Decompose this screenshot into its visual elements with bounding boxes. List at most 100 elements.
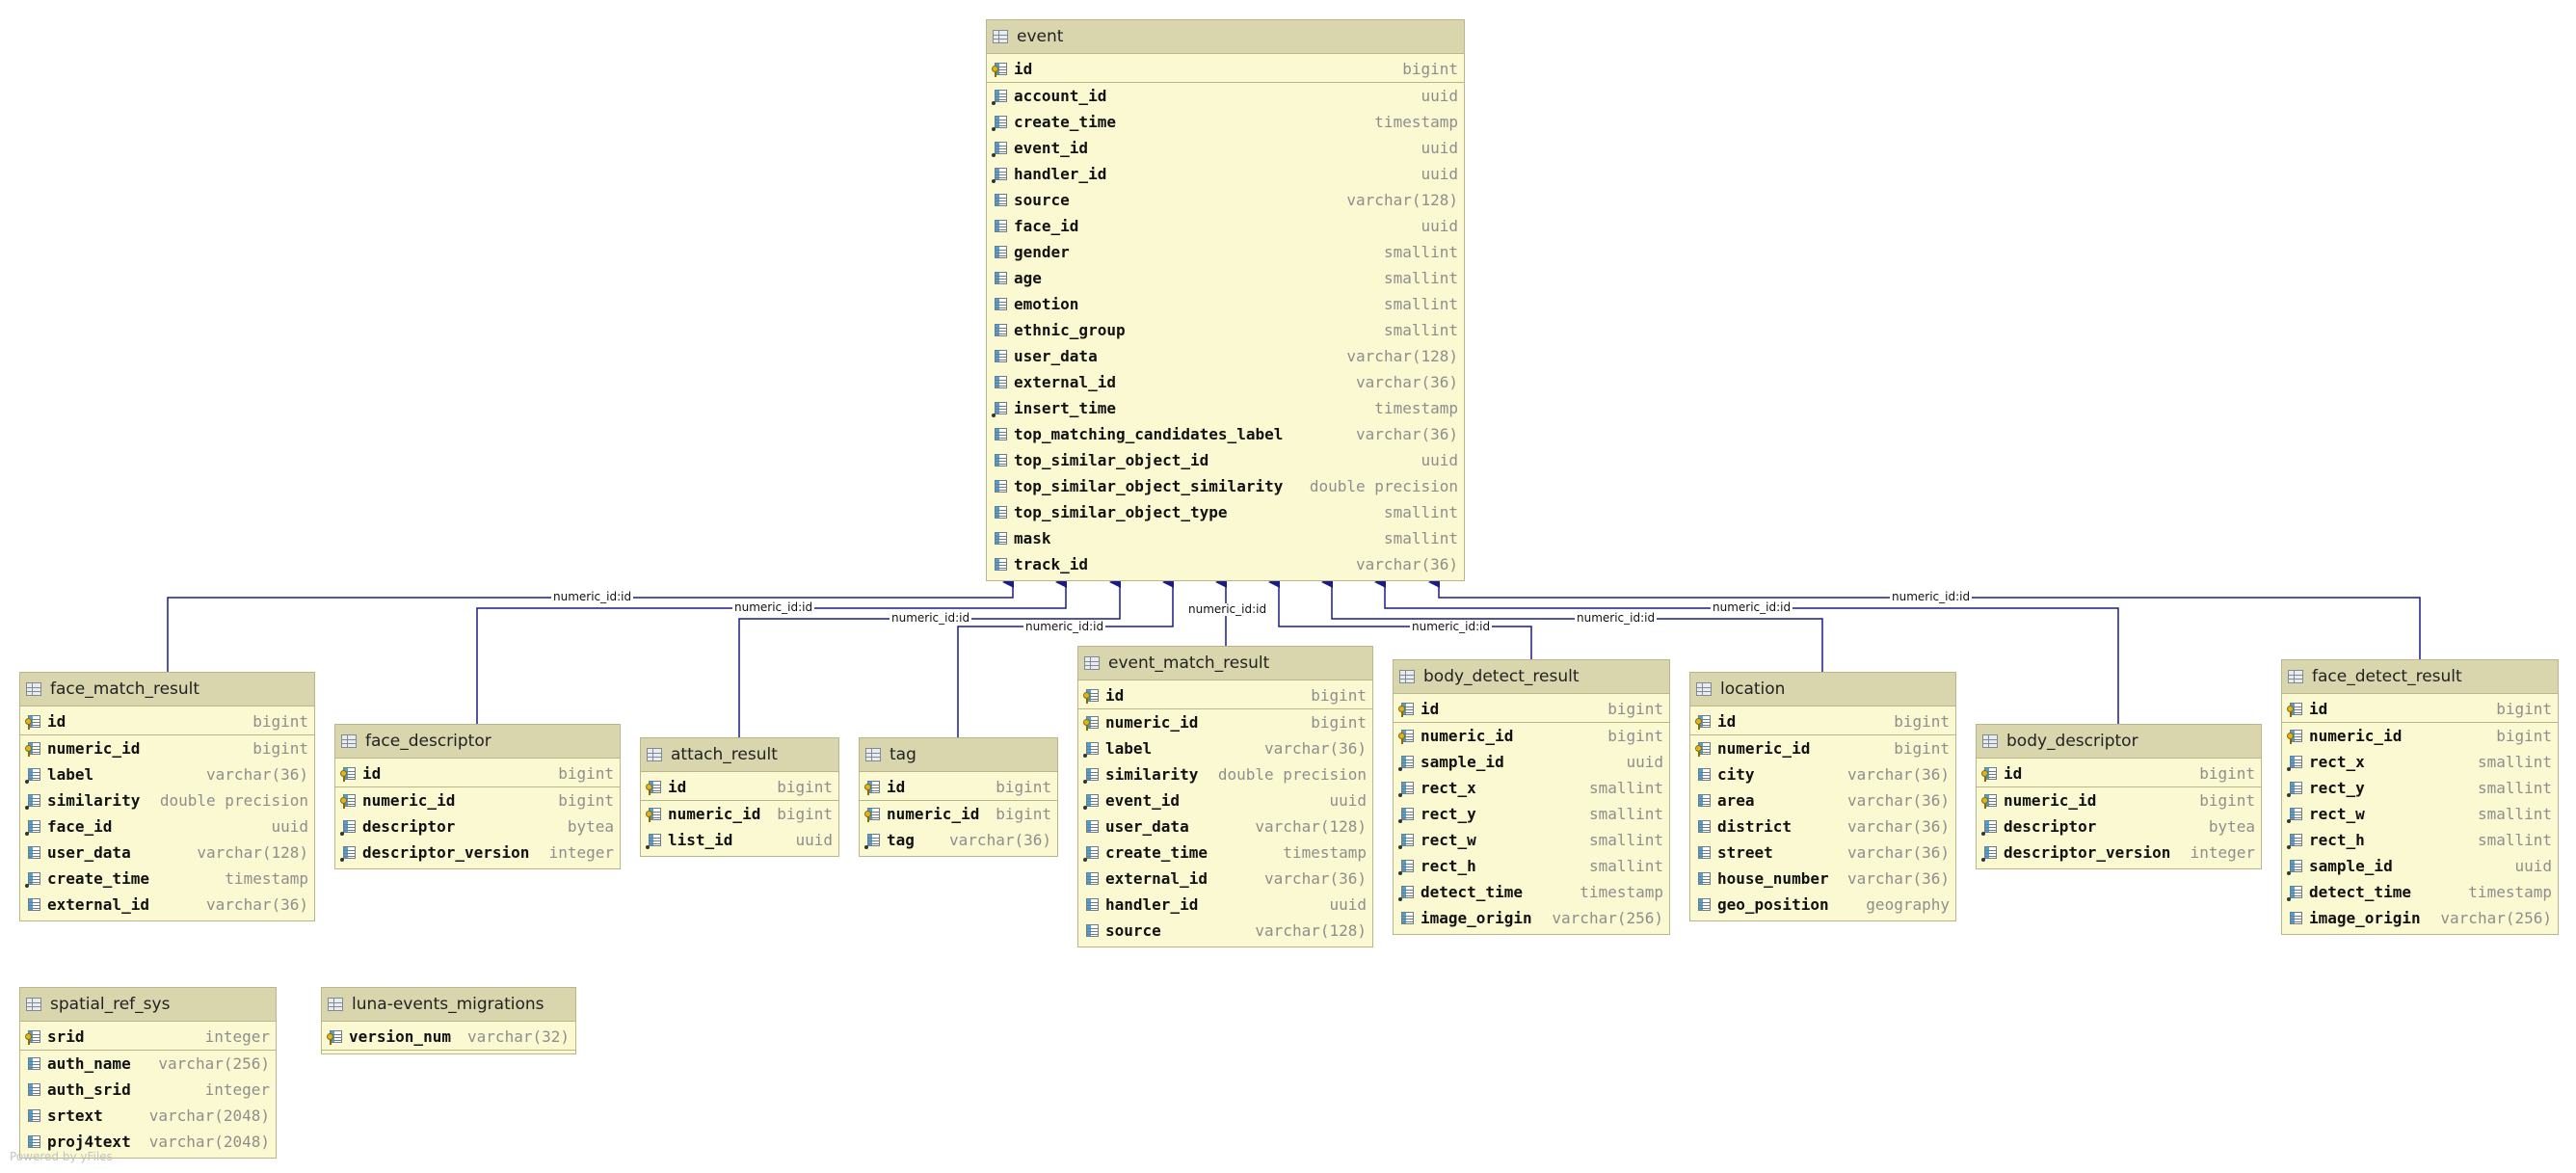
column-row[interactable]: label varchar(36) [1078, 735, 1372, 761]
table-spatial-ref-sys[interactable]: spatial_ref_sys srid integer auth_name varch… [19, 987, 277, 1159]
column-row[interactable]: top_similar_object_similarity double prec… [987, 473, 1464, 499]
column-row[interactable]: rect_y smallint [1394, 801, 1669, 827]
table-face-match-result[interactable]: face_match_result id bigint numeric_id bigin… [19, 672, 315, 921]
table-event-match-result[interactable]: event_match_result id bigint numeric_id bigi… [1077, 646, 1373, 947]
column-row[interactable]: event_id uuid [1078, 787, 1372, 813]
column-row[interactable]: handler_id uuid [1078, 892, 1372, 918]
column-row[interactable]: list_id uuid [641, 827, 838, 853]
column-row[interactable]: id bigint [641, 774, 838, 801]
table-header[interactable]: face_detect_result [2282, 660, 2558, 694]
column-row[interactable]: image_origin varchar(256) [1394, 905, 1669, 931]
table-luna-events-migrations[interactable]: luna-events_migrations version_num varchar… [321, 987, 576, 1054]
column-row[interactable]: external_id varchar(36) [1078, 866, 1372, 892]
column-row[interactable]: descriptor bytea [335, 813, 620, 840]
column-row[interactable]: external_id varchar(36) [987, 369, 1464, 395]
column-row[interactable]: geo_position geography [1690, 892, 1955, 918]
column-row[interactable]: emotion smallint [987, 291, 1464, 317]
column-row[interactable]: auth_name varchar(256) [20, 1051, 276, 1077]
column-row[interactable]: top_similar_object_id uuid [987, 447, 1464, 473]
column-row[interactable]: id bigint [1690, 708, 1955, 735]
column-row[interactable]: event_id uuid [987, 135, 1464, 161]
column-row[interactable]: create_time timestamp [20, 866, 314, 892]
column-row[interactable]: id bigint [1078, 682, 1372, 709]
column-row[interactable]: numeric_id bigint [1977, 787, 2261, 813]
column-row[interactable]: id bigint [335, 760, 620, 787]
column-row[interactable]: descriptor bytea [1977, 813, 2261, 840]
column-row[interactable]: rect_w smallint [1394, 827, 1669, 853]
column-row[interactable]: account_id uuid [987, 83, 1464, 109]
column-row[interactable]: sample_id uuid [2282, 853, 2558, 879]
column-row[interactable]: handler_id uuid [987, 161, 1464, 187]
column-row[interactable]: similarity double precision [1078, 761, 1372, 787]
column-row[interactable]: srtext varchar(2048) [20, 1103, 276, 1129]
column-row[interactable]: rect_y smallint [2282, 775, 2558, 801]
column-row[interactable]: user_data varchar(128) [987, 343, 1464, 369]
table-face-descriptor[interactable]: face_descriptor id bigint numeric_id bigint d… [334, 724, 621, 869]
column-row[interactable]: id bigint [20, 708, 314, 735]
column-row[interactable]: numeric_id bigint [641, 801, 838, 827]
column-row[interactable]: city varchar(36) [1690, 761, 1955, 787]
column-row[interactable]: numeric_id bigint [20, 735, 314, 761]
column-row[interactable]: top_similar_object_type smallint [987, 499, 1464, 525]
table-face-detect-result[interactable]: face_detect_result id bigint numeric_id bigi… [2281, 659, 2559, 935]
column-row[interactable]: rect_x smallint [1394, 775, 1669, 801]
column-row[interactable]: face_id uuid [20, 813, 314, 840]
table-header[interactable]: body_detect_result [1394, 660, 1669, 694]
column-row[interactable]: source varchar(128) [1078, 918, 1372, 944]
table-header[interactable]: event_match_result [1078, 647, 1372, 680]
table-header[interactable]: spatial_ref_sys [20, 988, 276, 1022]
table-header[interactable]: face_match_result [20, 673, 314, 706]
column-row[interactable]: source varchar(128) [987, 187, 1464, 213]
column-row[interactable]: numeric_id bigint [1078, 709, 1372, 735]
column-row[interactable]: rect_h smallint [2282, 827, 2558, 853]
column-row[interactable]: detect_time timestamp [1394, 879, 1669, 905]
column-row[interactable]: user_data varchar(128) [20, 840, 314, 866]
column-row[interactable]: gender smallint [987, 239, 1464, 265]
column-row[interactable]: ethnic_group smallint [987, 317, 1464, 343]
column-row[interactable]: numeric_id bigint [1690, 735, 1955, 761]
column-row[interactable]: numeric_id bigint [2282, 723, 2558, 749]
column-row[interactable]: rect_x smallint [2282, 749, 2558, 775]
column-row[interactable]: id bigint [987, 56, 1464, 83]
table-attach-result[interactable]: attach_result id bigint numeric_id bigint lis… [640, 737, 839, 857]
table-header[interactable]: body_descriptor [1977, 725, 2261, 759]
table-body-descriptor[interactable]: body_descriptor id bigint numeric_id bigint d… [1976, 724, 2262, 869]
column-row[interactable]: tag varchar(36) [860, 827, 1057, 853]
column-row[interactable]: insert_time timestamp [987, 395, 1464, 421]
column-row[interactable]: label varchar(36) [20, 761, 314, 787]
column-row[interactable]: face_id uuid [987, 213, 1464, 239]
column-row[interactable]: detect_time timestamp [2282, 879, 2558, 905]
column-row[interactable]: house_number varchar(36) [1690, 866, 1955, 892]
column-row[interactable]: descriptor_version integer [335, 840, 620, 866]
column-row[interactable]: track_id varchar(36) [987, 551, 1464, 577]
table-header[interactable]: event [987, 20, 1464, 54]
column-row[interactable]: create_time timestamp [1078, 840, 1372, 866]
table-header[interactable]: location [1690, 673, 1955, 706]
table-header[interactable]: face_descriptor [335, 725, 620, 759]
column-row[interactable]: create_time timestamp [987, 109, 1464, 135]
column-row[interactable]: external_id varchar(36) [20, 892, 314, 918]
column-row[interactable]: image_origin varchar(256) [2282, 905, 2558, 931]
column-row[interactable]: descriptor_version integer [1977, 840, 2261, 866]
column-row[interactable]: rect_w smallint [2282, 801, 2558, 827]
column-row[interactable]: id bigint [860, 774, 1057, 801]
column-row[interactable]: id bigint [1394, 696, 1669, 723]
column-row[interactable]: rect_h smallint [1394, 853, 1669, 879]
column-row[interactable]: similarity double precision [20, 787, 314, 813]
column-row[interactable]: id bigint [2282, 696, 2558, 723]
table-header[interactable]: tag [860, 738, 1057, 772]
table-header[interactable]: attach_result [641, 738, 838, 772]
column-row[interactable]: user_data varchar(128) [1078, 813, 1372, 840]
column-row[interactable]: srid integer [20, 1024, 276, 1051]
column-row[interactable]: district varchar(36) [1690, 813, 1955, 840]
table-event[interactable]: event id bigint account_id uuid create_time ti… [986, 19, 1465, 581]
column-row[interactable]: mask smallint [987, 525, 1464, 551]
column-row[interactable]: numeric_id bigint [335, 787, 620, 813]
column-row[interactable]: numeric_id bigint [860, 801, 1057, 827]
column-row[interactable]: area varchar(36) [1690, 787, 1955, 813]
table-header[interactable]: luna-events_migrations [322, 988, 575, 1022]
column-row[interactable]: id bigint [1977, 760, 2261, 787]
column-row[interactable]: version_num varchar(32) [322, 1024, 575, 1051]
table-location[interactable]: location id bigint numeric_id bigint city varc… [1689, 672, 1956, 921]
column-row[interactable]: top_matching_candidates_label varchar(36) [987, 421, 1464, 447]
